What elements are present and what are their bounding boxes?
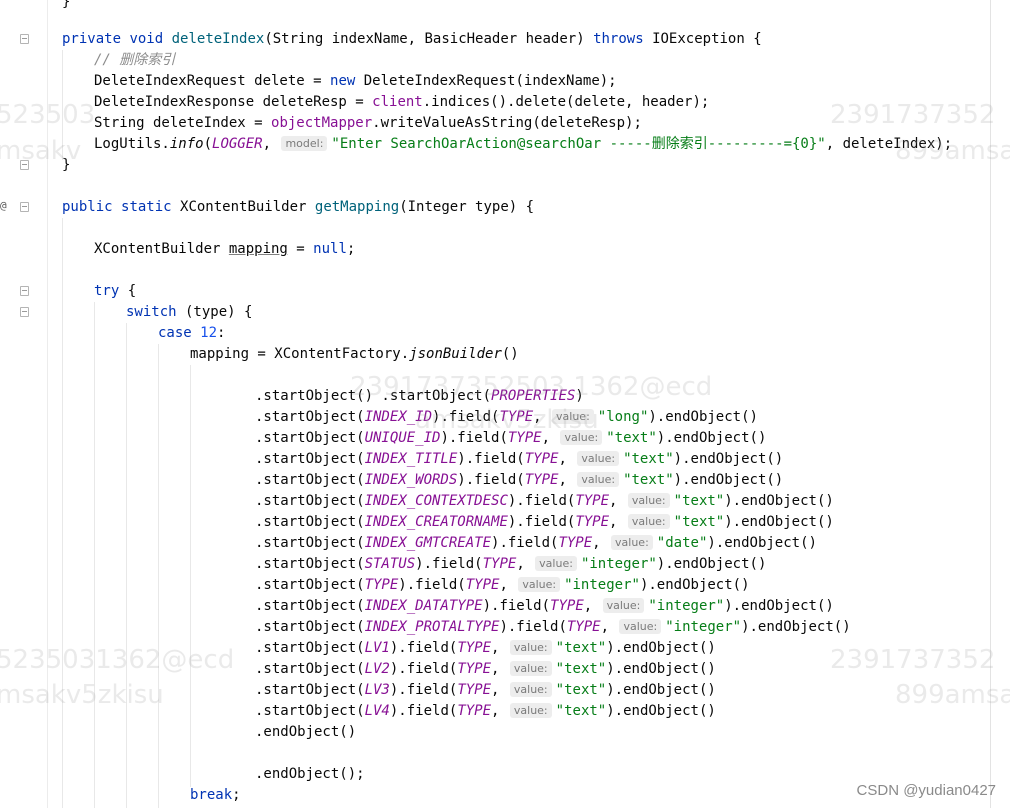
code-line-field[interactable]: .startObject(INDEX_TITLE).field(TYPE, va… <box>255 449 783 470</box>
code-comment[interactable]: // 删除索引 <box>94 50 175 71</box>
csdn-credit: CSDN @yudian0427 <box>856 782 996 799</box>
indent-guide <box>126 323 127 808</box>
parameter-hint: value: <box>577 472 620 487</box>
code-line[interactable]: .endObject() <box>255 722 356 743</box>
code-line[interactable]: break; <box>190 785 241 806</box>
watermark: 2391737352 <box>830 100 996 130</box>
code-line-field[interactable]: .startObject(UNIQUE_ID).field(TYPE, valu… <box>255 428 766 449</box>
code-line-field[interactable]: .startObject(INDEX_WORDS).field(TYPE, va… <box>255 470 783 491</box>
indent-guide <box>62 218 63 808</box>
parameter-hint: value: <box>619 619 662 634</box>
watermark: 2391737352 <box>830 645 996 675</box>
parameter-hint: value: <box>509 682 552 697</box>
code-line[interactable]: String deleteIndex = objectMapper.writeV… <box>94 113 642 134</box>
code-line[interactable]: DeleteIndexResponse deleteResp = client.… <box>94 92 709 113</box>
indent-guide <box>94 302 95 808</box>
code-line-field[interactable]: .startObject(LV1).field(TYPE, value: "tex… <box>255 638 716 659</box>
parameter-hint: value: <box>552 409 594 424</box>
editor-gutter <box>0 0 46 808</box>
code-line[interactable]: case 12: <box>158 323 225 344</box>
parameter-hint: value: <box>602 598 645 613</box>
code-line-delete-signature[interactable]: private void deleteIndex(String indexNam… <box>62 29 762 50</box>
parameter-hint: value: <box>518 577 561 592</box>
code-line-log[interactable]: LogUtils.info(LOGGER, model: "Enter Searc… <box>94 134 952 155</box>
indent-guide <box>158 344 159 808</box>
parameter-hint: model: <box>281 136 328 151</box>
parameter-hint: value: <box>509 661 552 676</box>
fold-marker-icon[interactable] <box>20 307 29 317</box>
parameter-hint: value: <box>577 451 620 466</box>
right-margin-guide <box>990 0 991 808</box>
code-line-field[interactable]: .startObject(INDEX_ID).field(TYPE, value… <box>255 407 758 428</box>
code-line[interactable]: mapping = XContentFactory.jsonBuilder() <box>190 344 519 365</box>
code-line-field[interactable]: .startObject(INDEX_CONTEXTDESC).field(TY… <box>255 491 834 512</box>
code-line[interactable]: } <box>62 0 70 13</box>
parameter-hint: value: <box>627 514 670 529</box>
fold-marker-icon[interactable] <box>20 160 29 170</box>
parameter-hint: value: <box>509 703 552 718</box>
fold-marker-icon[interactable] <box>20 202 29 212</box>
parameter-hint: value: <box>611 535 653 550</box>
parameter-hint: value: <box>509 640 552 655</box>
fold-marker-icon[interactable] <box>20 286 29 296</box>
code-line-field[interactable]: .startObject(INDEX_PROTALTYPE).field(TYP… <box>255 617 851 638</box>
code-line[interactable]: XContentBuilder mapping = null; <box>94 239 355 260</box>
parameter-hint: value: <box>627 493 670 508</box>
code-line-field[interactable]: .startObject(LV2).field(TYPE, value: "tex… <box>255 659 716 680</box>
parameter-hint: value: <box>535 556 577 571</box>
fold-marker-icon[interactable] <box>20 34 29 44</box>
code-line-field[interactable]: .startObject(INDEX_CREATORNAME).field(TY… <box>255 512 834 533</box>
code-line-field[interactable]: .startObject(LV3).field(TYPE, value: "tex… <box>255 680 716 701</box>
code-line-field[interactable]: .startObject(INDEX_DATATYPE).field(TYPE,… <box>255 596 834 617</box>
code-line-field[interactable]: .startObject(TYPE).field(TYPE, value: "in… <box>255 575 750 596</box>
code-line[interactable]: } <box>62 155 70 176</box>
override-annotation-icon[interactable]: @ <box>0 199 7 212</box>
indent-guide <box>62 50 63 160</box>
code-line[interactable]: try { <box>94 281 136 302</box>
code-line-field[interactable]: .startObject(LV4).field(TYPE, value: "tex… <box>255 701 716 722</box>
code-line[interactable]: DeleteIndexRequest delete = new DeleteIn… <box>94 71 617 92</box>
code-line[interactable]: .endObject(); <box>255 764 365 785</box>
code-line-field[interactable]: .startObject(STATUS).field(TYPE, value: "… <box>255 554 766 575</box>
code-line-field[interactable]: .startObject(INDEX_GMTCREATE).field(TYPE… <box>255 533 817 554</box>
watermark: 899amsa <box>895 680 1010 710</box>
code-line[interactable]: switch (type) { <box>126 302 252 323</box>
parameter-hint: value: <box>560 430 603 445</box>
code-line-getmapping-signature[interactable]: public static XContentBuilder getMapping… <box>62 197 534 218</box>
gutter-separator <box>47 0 48 808</box>
code-line[interactable]: .startObject() .startObject(PROPERTIES) <box>255 386 584 407</box>
indent-guide <box>190 365 191 787</box>
